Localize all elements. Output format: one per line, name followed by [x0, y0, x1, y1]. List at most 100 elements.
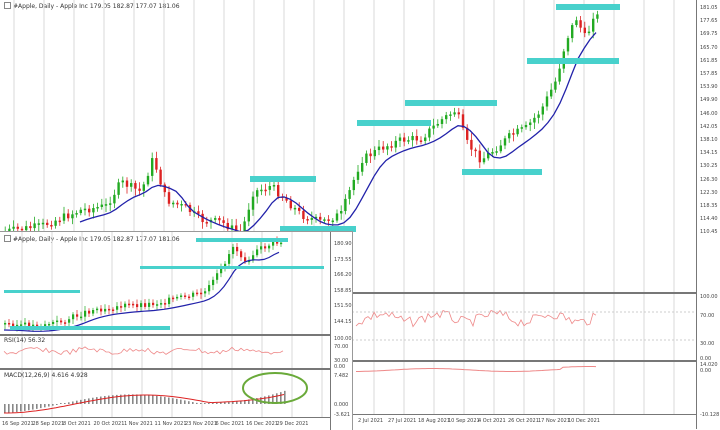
inset-support-resistance-zone: [196, 238, 288, 242]
candle-body: [550, 89, 553, 97]
macd-histogram-bar: [36, 404, 38, 409]
candle-body: [134, 183, 137, 189]
macd-histogram-bar: [24, 404, 26, 411]
macd-axis-label: -10.128: [700, 412, 720, 418]
inset-candle-body: [152, 302, 155, 306]
inset-candle-body: [100, 308, 103, 312]
rsi-axis-label: 100.00: [700, 294, 718, 300]
inset-candle-body: [52, 321, 55, 324]
candle-body: [449, 114, 452, 116]
macd-histogram-bar: [200, 403, 202, 404]
inset-candle-body: [104, 308, 107, 312]
candle-body: [67, 213, 70, 219]
inset-candle-body: [64, 322, 67, 324]
inset-rsi-axis-label: 70.00: [334, 344, 349, 350]
candle-body: [365, 153, 368, 163]
candle-body: [558, 68, 561, 82]
candle-body: [596, 14, 599, 19]
candle-body: [508, 133, 511, 139]
candle-body: [361, 162, 364, 172]
main-price-rsi-divider: [352, 292, 696, 294]
macd-histogram-bar: [104, 396, 106, 404]
candle-body: [382, 146, 385, 150]
inset-candle-body: [208, 285, 211, 292]
candle-body: [251, 196, 255, 210]
price-axis-label: 134.15: [700, 150, 718, 157]
inset-candle-body: [164, 303, 167, 305]
rsi-axis-label: 30.00: [700, 341, 715, 347]
candle-body: [130, 183, 133, 187]
candle-body: [491, 152, 494, 154]
candle-body: [541, 106, 544, 115]
macd-histogram-bar: [224, 402, 226, 404]
candle-body: [398, 137, 402, 141]
candle-body: [436, 123, 439, 126]
macd-histogram-bar: [52, 404, 54, 406]
candle-body: [352, 179, 355, 191]
inset-chart-window[interactable]: #Apple, Daily - Apple Inc 179.05 182.87 …: [0, 231, 353, 430]
candle-body: [478, 150, 481, 163]
macd-histogram-bar: [168, 397, 170, 404]
macd-axis-label: 0.00: [700, 368, 712, 374]
inset-support-resistance-zone: [140, 266, 324, 269]
macd-histogram-bar: [108, 395, 110, 404]
main-macd-line: [356, 366, 597, 372]
macd-histogram-bar: [100, 396, 102, 404]
candle-body: [453, 112, 456, 115]
candle-body: [499, 145, 502, 152]
candle-body: [37, 223, 40, 225]
candle-body: [495, 151, 498, 153]
candle-body: [256, 190, 259, 197]
candle-body: [46, 222, 49, 225]
inset-candle-body: [236, 246, 239, 252]
macd-histogram-bar: [72, 401, 74, 404]
price-axis-label: 126.30: [700, 176, 718, 183]
inset-date-axis-label: 8 Oct 2021: [63, 421, 91, 427]
macd-histogram-bar: [172, 398, 174, 404]
candle-body: [268, 186, 271, 190]
inset-rsi-line: [3, 346, 284, 355]
inset-price-plot[interactable]: [0, 232, 352, 430]
candle-body: [319, 216, 322, 220]
inset-candle-body: [108, 308, 111, 311]
inset-rsi-axis-label: 100.00: [334, 336, 352, 342]
candle-body: [214, 218, 217, 220]
inset-price-rsi-divider: [0, 334, 330, 336]
support-resistance-zone: [462, 169, 542, 175]
support-resistance-zone: [405, 100, 497, 106]
macd-histogram-bar: [220, 402, 222, 404]
inset-price-axis-label: 144.15: [334, 318, 352, 325]
inset-candle-body: [144, 303, 147, 307]
macd-histogram-bar: [48, 404, 50, 407]
macd-histogram-bar: [28, 404, 30, 411]
candle-body: [386, 146, 389, 150]
inset-macd-axis-label: 0.000: [334, 402, 349, 408]
inset-candle-body: [216, 273, 219, 280]
inset-candle-body: [136, 304, 139, 308]
candle-body: [142, 184, 145, 191]
inset-price-axis-label: 166.20: [334, 272, 352, 278]
inset-candle-body: [60, 320, 63, 323]
inset-candle-body: [168, 297, 171, 305]
candle-body: [533, 117, 536, 123]
main-axis-line: [696, 0, 697, 429]
inset-candle-body: [44, 324, 47, 327]
inset-candle-body: [116, 306, 119, 310]
price-axis-label: 169.75: [700, 31, 718, 38]
candle-body: [310, 218, 313, 220]
inset-candle-body: [232, 246, 235, 255]
candle-body: [587, 31, 591, 34]
support-resistance-zone: [556, 4, 620, 10]
macd-histogram-bar: [144, 394, 146, 404]
inset-rsi-macd-divider: [0, 368, 330, 370]
macd-histogram-bar: [4, 404, 6, 414]
candle-body: [583, 27, 586, 34]
inset-candle-body: [4, 322, 7, 325]
candle-body: [457, 112, 460, 115]
macd-histogram-bar: [216, 402, 218, 404]
candle-body: [390, 146, 393, 148]
main-rsi-line: [355, 309, 597, 328]
inset-candle-body: [200, 292, 203, 295]
candle-body: [16, 226, 19, 229]
date-axis-label: 17 Nov 2021: [538, 418, 571, 424]
